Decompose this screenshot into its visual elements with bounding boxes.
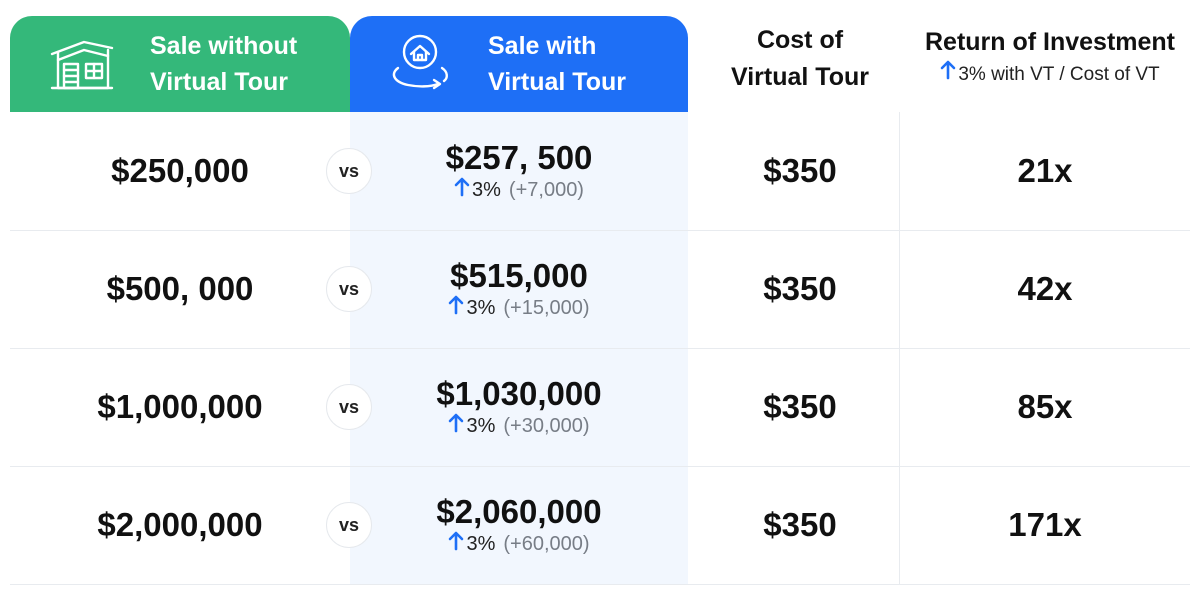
header-sale-without-tour: Sale without Virtual Tour: [10, 16, 350, 112]
sale-with-value: $257, 500: [445, 138, 593, 176]
increase-line: 3% (+15,000): [448, 295, 590, 322]
increase-line: 3% (+7,000): [454, 177, 584, 204]
increase-line: 3% (+60,000): [448, 531, 590, 558]
tour-cost-value: $350: [763, 152, 837, 189]
arrow-up-icon: [448, 531, 464, 558]
increase-amount: (+15,000): [503, 297, 590, 319]
header-with-line1: Sale with: [488, 32, 597, 60]
sale-without-value: $1,000,000: [97, 388, 263, 425]
header-roi-subtitle: 3% with VT / Cost of VT: [900, 60, 1200, 89]
header-sale-with-tour: Sale with Virtual Tour: [350, 16, 688, 112]
tour-cost-value: $350: [763, 388, 837, 425]
row-divider: [10, 584, 1190, 585]
table-row: $500, 000 vs $515,000 3% (+15,000) $350 …: [10, 230, 1190, 348]
sale-with-value: $1,030,000: [436, 374, 602, 412]
increase-line: 3% (+30,000): [448, 413, 590, 440]
header-without-line2: Virtual Tour: [150, 68, 288, 96]
sale-without-value: $2,000,000: [97, 506, 263, 543]
arrow-up-icon: [454, 177, 470, 204]
increase-percent: 3%: [472, 179, 501, 201]
header-sale-without-title: Sale without Virtual Tour: [150, 28, 297, 100]
header-roi-subtitle-text: 3% with VT / Cost of VT: [958, 63, 1160, 85]
header-cost-line1: Cost of: [756, 26, 844, 54]
roi-value: 21x: [1017, 152, 1073, 189]
sale-with-cell: $257, 500 3% (+7,000): [350, 112, 688, 230]
header-cost-of-tour: Cost of Virtual Tour: [700, 22, 900, 96]
tour-cost-value: $350: [763, 270, 837, 307]
header-roi-title: Return of Investment: [924, 28, 1176, 56]
roi-value: 171x: [1008, 506, 1082, 543]
sale-without-value: $250,000: [111, 152, 249, 189]
header-return-of-investment: Return of Investment 3% with VT / Cost o…: [900, 24, 1200, 89]
tour-cost-value: $350: [763, 506, 837, 543]
roi-value: 42x: [1017, 270, 1073, 307]
increase-amount: (+7,000): [508, 179, 584, 201]
increase-percent: 3%: [466, 297, 496, 319]
table-row: $250,000 vs $257, 500 3% (+7,000) $350 2…: [10, 112, 1190, 230]
arrow-up-icon: [940, 60, 956, 89]
increase-amount: (+30,000): [503, 415, 590, 437]
increase-amount: (+60,000): [503, 533, 590, 555]
house-icon: [48, 34, 116, 99]
table-row: $2,000,000 vs $2,060,000 3% (+60,000) $3…: [10, 466, 1190, 584]
header-with-line2: Virtual Tour: [488, 68, 626, 96]
arrow-up-icon: [448, 413, 464, 440]
sale-with-cell: $515,000 3% (+15,000): [350, 230, 688, 348]
sale-with-cell: $1,030,000 3% (+30,000): [350, 348, 688, 466]
360-tour-icon: [388, 30, 452, 101]
sale-without-value: $500, 000: [106, 270, 254, 307]
sale-with-value: $515,000: [450, 256, 588, 294]
increase-percent: 3%: [466, 415, 496, 437]
arrow-up-icon: [448, 295, 464, 322]
increase-percent: 3%: [466, 533, 496, 555]
table-row: $1,000,000 vs $1,030,000 3% (+30,000) $3…: [10, 348, 1190, 466]
roi-value: 85x: [1017, 388, 1073, 425]
sale-with-value: $2,060,000: [436, 492, 602, 530]
header-without-line1: Sale without: [150, 32, 298, 60]
sale-with-cell: $2,060,000 3% (+60,000): [350, 466, 688, 584]
header-sale-with-title: Sale with Virtual Tour: [488, 28, 626, 100]
header-cost-line2: Virtual Tour: [731, 63, 869, 91]
